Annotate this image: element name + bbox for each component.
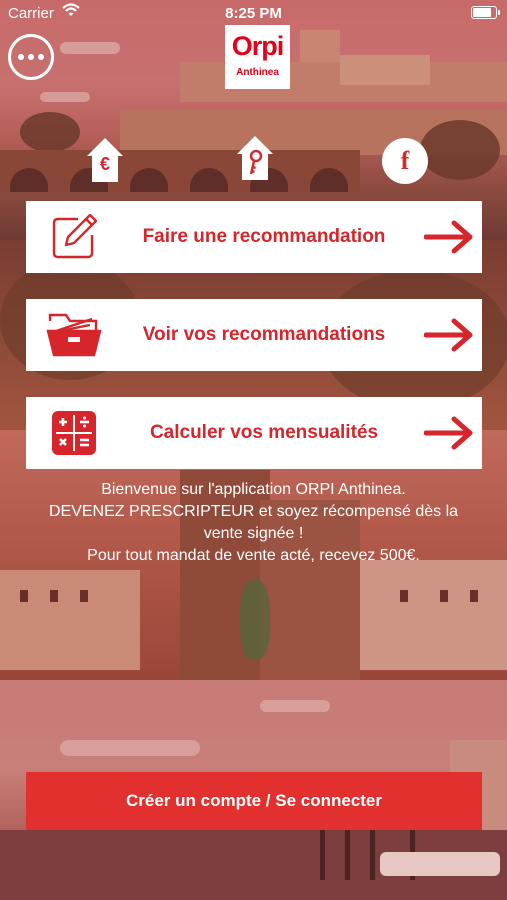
euro-icon: € xyxy=(99,154,110,174)
house-euro-button[interactable]: € xyxy=(85,136,125,184)
background-water xyxy=(0,820,507,900)
create-account-login-button[interactable]: Créer un compte / Se connecter xyxy=(26,772,482,830)
create-account-login-label: Créer un compte / Se connecter xyxy=(125,791,383,810)
welcome-message: Bienvenue sur l'application ORPI Anthine… xyxy=(30,479,477,567)
folder-icon xyxy=(26,299,122,371)
battery-icon xyxy=(471,6,500,19)
facebook-button[interactable]: f xyxy=(382,138,428,184)
edit-icon xyxy=(26,201,122,273)
ellipsis-icon-dot xyxy=(28,54,34,60)
arrow-right-icon xyxy=(416,299,482,371)
welcome-line-2: DEVENEZ PRESCRIPTEUR et soyez récompensé… xyxy=(48,503,459,542)
logo-agency: Anthinea xyxy=(236,67,279,78)
arrow-right-icon xyxy=(416,397,482,469)
welcome-line-3: Pour tout mandat de vente acté, recevez … xyxy=(87,547,420,564)
calculate-payments-button[interactable]: Calculer vos mensualités xyxy=(26,397,482,469)
clock: 8:25 PM xyxy=(225,5,282,22)
orpi-logo: Orpi Anthinea xyxy=(225,25,290,89)
view-recommendations-label: Voir vos recommandations xyxy=(142,324,386,345)
house-icon xyxy=(237,136,273,180)
ellipsis-icon-dot xyxy=(38,54,44,60)
make-recommendation-button[interactable]: Faire une recommandation xyxy=(26,201,482,273)
make-recommendation-label: Faire une recommandation xyxy=(142,226,386,247)
logo-brand: Orpi xyxy=(231,31,285,61)
arrow-right-icon xyxy=(416,201,482,273)
house-key-button[interactable] xyxy=(235,134,275,182)
status-bar: Carrier 8:25 PM xyxy=(0,0,507,26)
calculator-icon xyxy=(26,397,122,469)
welcome-line-1: Bienvenue sur l'application ORPI Anthine… xyxy=(101,481,406,498)
view-recommendations-button[interactable]: Voir vos recommandations xyxy=(26,299,482,371)
facebook-icon: f xyxy=(400,146,410,175)
calculate-payments-label: Calculer vos mensualités xyxy=(149,422,379,443)
ellipsis-icon xyxy=(18,54,24,60)
more-menu-button[interactable] xyxy=(8,34,54,80)
